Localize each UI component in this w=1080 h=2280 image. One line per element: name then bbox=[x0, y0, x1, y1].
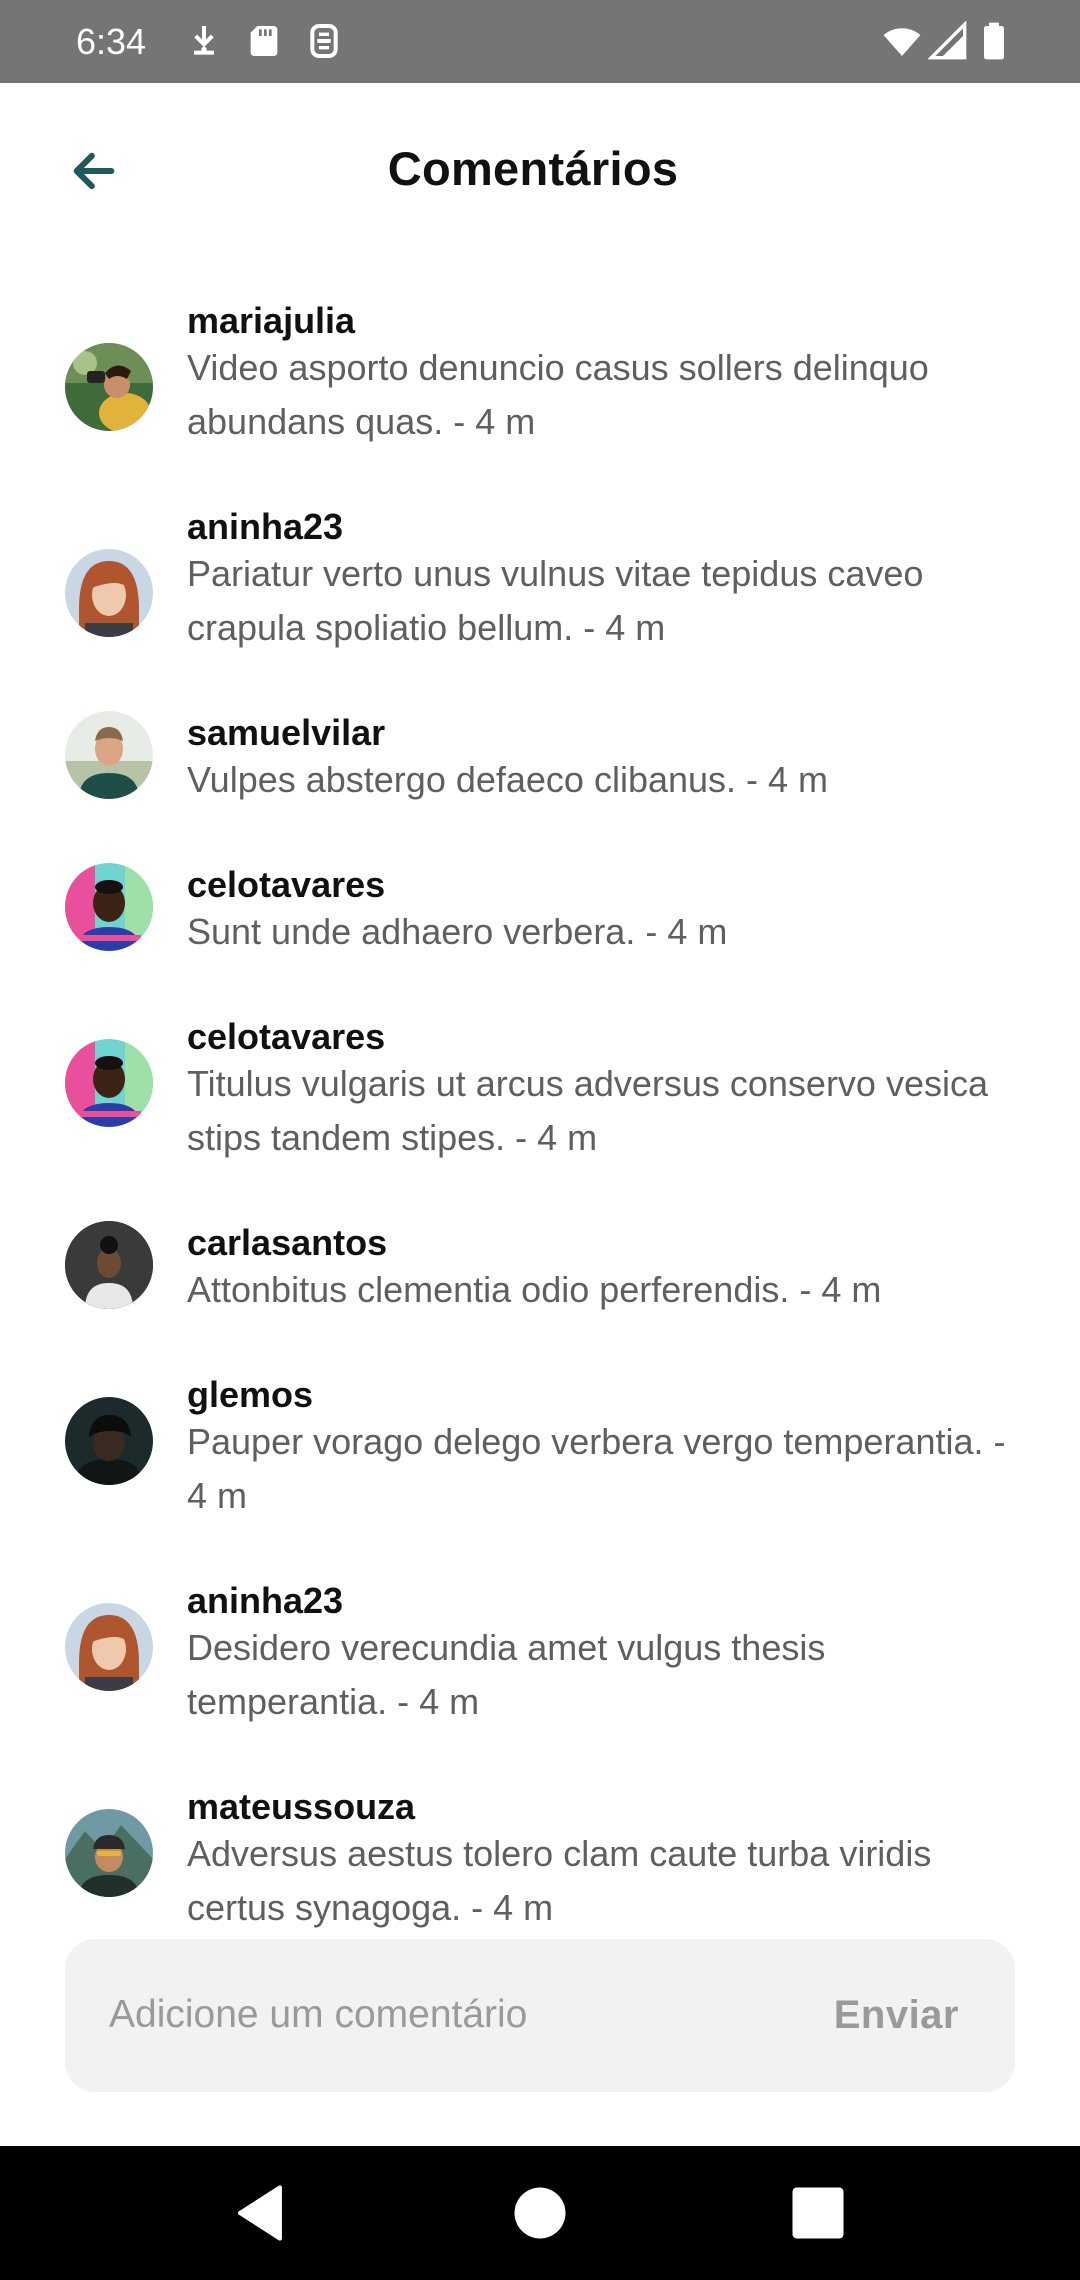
comment-text: Desidero verecundia amet vulgus thesis t… bbox=[187, 1627, 826, 1722]
signal-icon bbox=[928, 21, 968, 61]
comment-text: Pauper vorago delego verbera vergo tempe… bbox=[187, 1421, 1006, 1516]
status-bar: 6:34 bbox=[0, 0, 1080, 83]
comments-list[interactable]: mariajulia Video asporto denuncio casus … bbox=[0, 259, 1080, 1939]
comment-username[interactable]: carlasantos bbox=[187, 1221, 1027, 1265]
recents-square-icon[interactable] bbox=[784, 2179, 852, 2247]
comment-text: Pariatur verto unus vulnus vitae tepidus… bbox=[187, 553, 924, 648]
status-time: 6:34 bbox=[76, 21, 147, 62]
avatar[interactable] bbox=[65, 1397, 153, 1485]
wifi-icon bbox=[880, 21, 924, 61]
comment-username[interactable]: celotavares bbox=[187, 863, 1027, 907]
comment-composer: Enviar bbox=[65, 1939, 1015, 2092]
comment-username[interactable]: mariajulia bbox=[187, 299, 1027, 343]
send-button[interactable]: Enviar bbox=[834, 1985, 959, 2045]
comment-username[interactable]: celotavares bbox=[187, 1015, 1027, 1059]
avatar[interactable] bbox=[65, 1809, 153, 1897]
comment-username[interactable]: aninha23 bbox=[187, 505, 1027, 549]
comment-username[interactable]: mateussouza bbox=[187, 1785, 1027, 1829]
battery-icon bbox=[974, 21, 1014, 61]
avatar[interactable] bbox=[65, 863, 153, 951]
comment-username[interactable]: samuelvilar bbox=[187, 711, 1027, 755]
comment-text: Vulpes abstergo defaeco clibanus. - 4 m bbox=[187, 759, 829, 800]
sd-card-icon bbox=[244, 21, 284, 61]
system-nav-bar bbox=[0, 2146, 1080, 2280]
comment-text: Titulus vulgaris ut arcus adversus conse… bbox=[187, 1063, 988, 1158]
app-header: Comentários bbox=[0, 83, 1080, 259]
comment-username[interactable]: aninha23 bbox=[187, 1579, 1027, 1623]
home-circle-icon[interactable] bbox=[506, 2179, 574, 2247]
avatar[interactable] bbox=[65, 1221, 153, 1309]
avatar[interactable] bbox=[65, 711, 153, 799]
comment-text: Sunt unde adhaero verbera. - 4 m bbox=[187, 911, 728, 952]
comment-text: Attonbitus clementia odio perferendis. -… bbox=[187, 1269, 882, 1310]
comment-input[interactable] bbox=[109, 1969, 809, 2061]
comment-username[interactable]: glemos bbox=[187, 1373, 1027, 1417]
screen-record-icon bbox=[304, 21, 344, 61]
avatar[interactable] bbox=[65, 343, 153, 431]
avatar[interactable] bbox=[65, 1039, 153, 1127]
avatar[interactable] bbox=[65, 549, 153, 637]
comment-text: Adversus aestus tolero clam caute turba … bbox=[187, 1833, 932, 1928]
page-title: Comentários bbox=[387, 142, 679, 195]
download-icon bbox=[184, 21, 224, 61]
avatar[interactable] bbox=[65, 1603, 153, 1691]
back-triangle-icon[interactable] bbox=[226, 2179, 294, 2247]
comment-text: Video asporto denuncio casus sollers del… bbox=[187, 347, 929, 442]
